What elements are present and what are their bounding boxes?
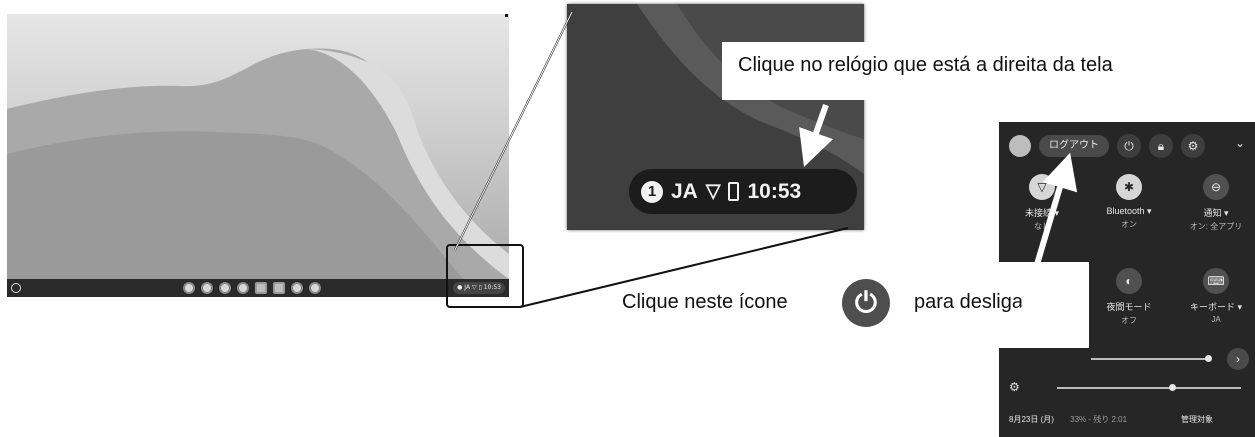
arrow-to-clock [799,103,833,167]
arrow-to-power [1019,152,1078,316]
arrows [799,103,1078,316]
